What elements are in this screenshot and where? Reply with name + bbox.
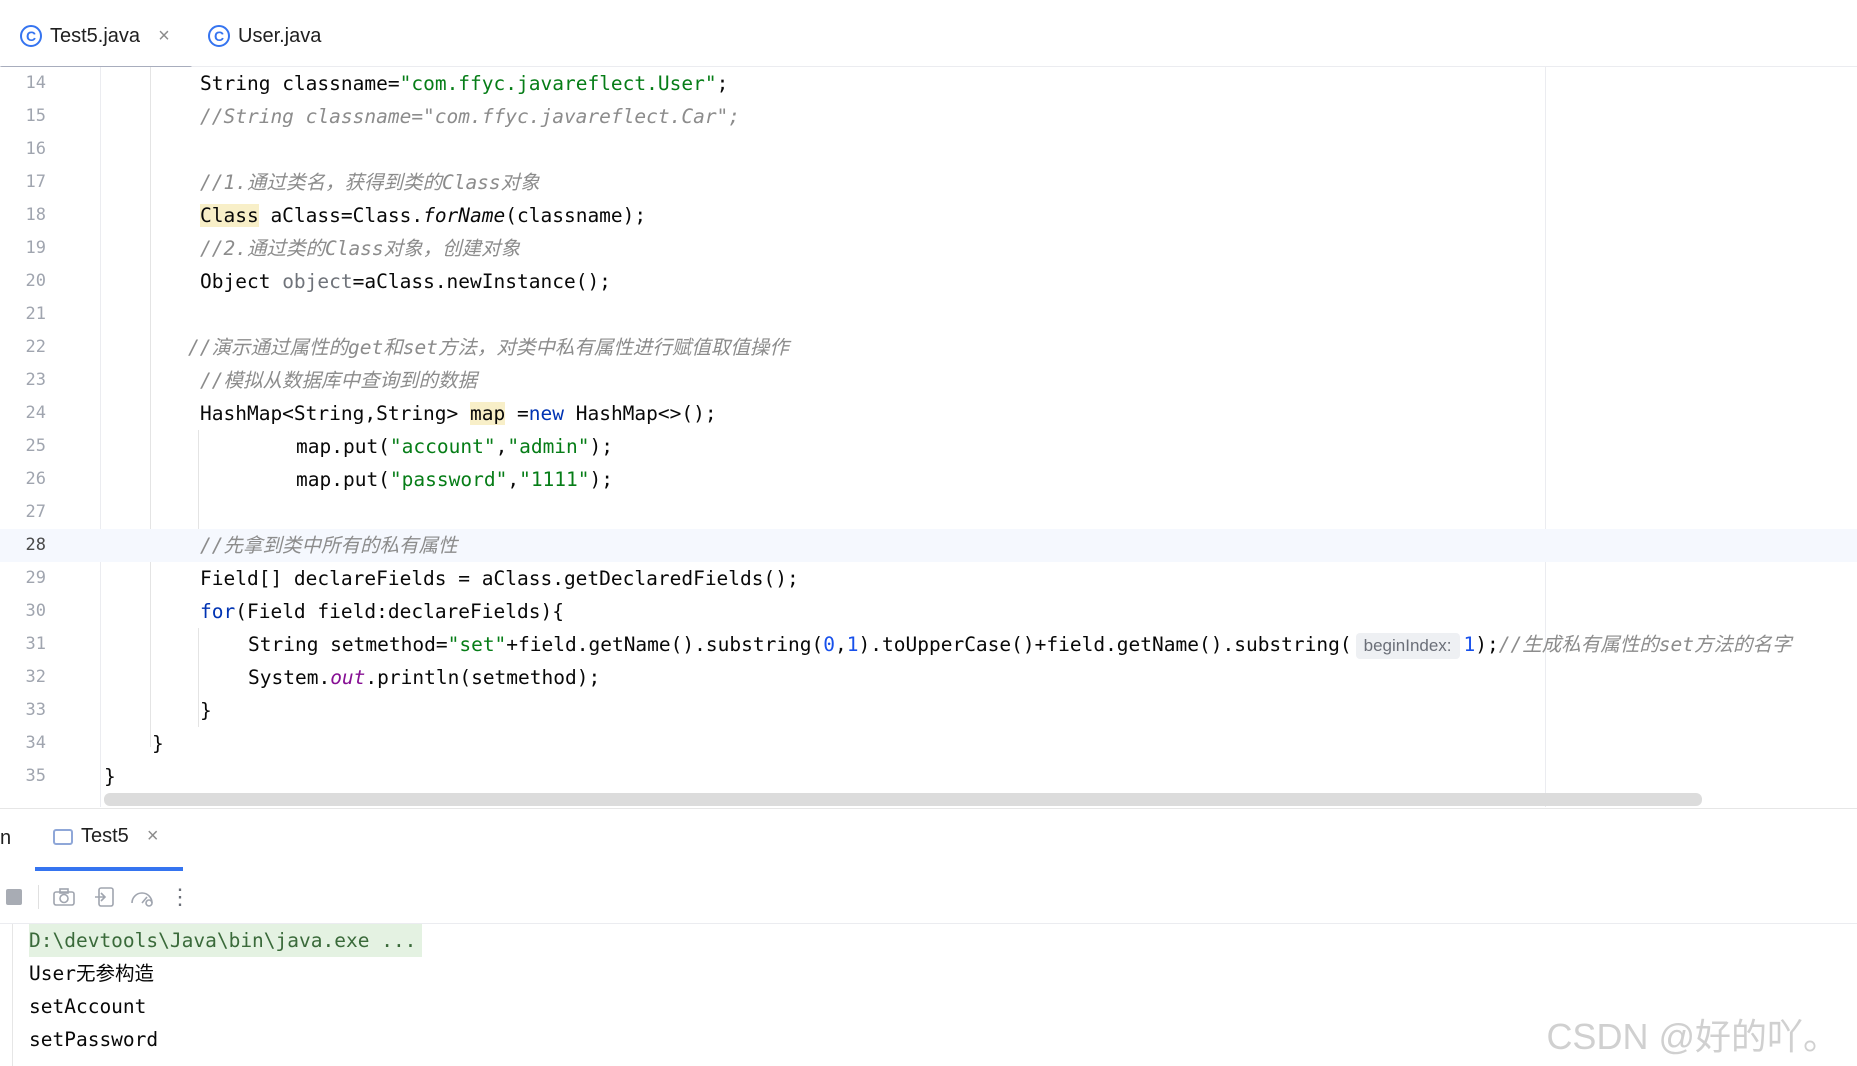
- watermark: CSDN @好的吖。: [1546, 1016, 1839, 1057]
- code-comment: //String classname="com.ffyc.javareflect…: [200, 105, 741, 128]
- parameter-hint: beginIndex:: [1355, 633, 1460, 659]
- tab-user-java[interactable]: C User.java: [208, 12, 321, 60]
- console-line: setPassword: [29, 1028, 159, 1051]
- line-number: 28: [25, 535, 46, 555]
- code-line: 23 //模拟从数据库中查询到的数据: [0, 364, 1857, 397]
- code-text: }: [200, 699, 212, 722]
- stop-icon[interactable]: [0, 883, 28, 911]
- line-number: 26: [25, 469, 46, 489]
- code-line: 30 for(Field field:declareFields){: [0, 595, 1857, 628]
- code-line: 26 map.put("password","1111");: [0, 463, 1857, 496]
- line-number: 14: [25, 73, 46, 93]
- line-number: 25: [25, 436, 46, 456]
- line-number: 24: [25, 403, 46, 423]
- code-text: map.put("account","admin");: [296, 435, 614, 458]
- code-line: 18 Class aClass=Class.forName(classname)…: [0, 199, 1857, 232]
- line-number: 33: [25, 700, 46, 720]
- line-number: 35: [25, 766, 46, 786]
- code-line: 21: [0, 298, 1857, 331]
- code-text: }: [152, 732, 164, 755]
- line-number: 27: [25, 502, 46, 522]
- code-line: 17 //1.通过类名，获得到类的Class对象: [0, 166, 1857, 199]
- code-text: for(Field field:declareFields){: [200, 600, 564, 623]
- tab-test5-java[interactable]: C Test5.java ×: [20, 12, 170, 60]
- code-editor[interactable]: 14 String classname="com.ffyc.javareflec…: [0, 67, 1857, 807]
- code-line: 19 //2.通过类的Class对象，创建对象: [0, 232, 1857, 265]
- code-text: }: [104, 765, 116, 788]
- code-line: 25 map.put("account","admin");: [0, 430, 1857, 463]
- code-text: HashMap<String,String> map =new HashMap<…: [200, 402, 717, 425]
- code-text: String setmethod="set"+field.getName().s…: [248, 628, 1791, 661]
- line-number: 18: [25, 205, 46, 225]
- code-line: 14 String classname="com.ffyc.javareflec…: [0, 67, 1857, 100]
- code-comment: //模拟从数据库中查询到的数据: [200, 369, 477, 392]
- line-number: 32: [25, 667, 46, 687]
- run-tab-label: Test5: [81, 825, 129, 847]
- code-comment: //先拿到类中所有的私有属性: [200, 534, 458, 557]
- line-number: 29: [25, 568, 46, 588]
- run-panel-label: n: [0, 827, 12, 849]
- tab-label: User.java: [238, 24, 322, 47]
- line-number: 16: [25, 139, 46, 159]
- line-number: 22: [25, 337, 46, 357]
- line-number: 21: [25, 304, 46, 324]
- line-number: 17: [25, 172, 46, 192]
- profiler-icon[interactable]: [128, 883, 156, 911]
- run-panel-tabs: n Test5 ×: [0, 808, 1857, 872]
- console-gutter: [12, 924, 13, 1066]
- line-number: 23: [25, 370, 46, 390]
- run-tab-test5[interactable]: Test5 ×: [53, 825, 159, 848]
- code-line-current: 28 //先拿到类中所有的私有属性: [0, 529, 1857, 562]
- close-icon[interactable]: ×: [158, 25, 170, 48]
- code-line: 31 String setmethod="set"+field.getName(…: [0, 628, 1857, 661]
- code-line: 22 //演示通过属性的get和set方法，对类中私有属性进行赋值取值操作: [0, 331, 1857, 364]
- code-line: 27: [0, 496, 1857, 529]
- code-text: Class aClass=Class.forName(classname);: [200, 204, 647, 227]
- more-icon[interactable]: ⋮: [166, 883, 194, 911]
- run-config-icon: [53, 828, 73, 845]
- code-line: 35 }: [0, 760, 1857, 793]
- class-icon: C: [20, 25, 42, 47]
- horizontal-scrollbar[interactable]: [104, 793, 1702, 806]
- line-number: 20: [25, 271, 46, 291]
- code-text: Field[] declareFields = aClass.getDeclar…: [200, 567, 799, 590]
- code-line: 20 Object object=aClass.newInstance();: [0, 265, 1857, 298]
- line-number: 30: [25, 601, 46, 621]
- toolbar-divider: [38, 885, 39, 909]
- code-line: 34 }: [0, 727, 1857, 760]
- close-icon[interactable]: ×: [147, 825, 159, 848]
- code-line: 33 }: [0, 694, 1857, 727]
- code-line: 24 HashMap<String,String> map =new HashM…: [0, 397, 1857, 430]
- code-text: map.put("password","1111");: [296, 468, 614, 491]
- editor-tab-bar: C Test5.java × C User.java: [0, 6, 1857, 71]
- line-number: 19: [25, 238, 46, 258]
- tab-label: Test5.java: [50, 24, 141, 47]
- code-comment: //2.通过类的Class对象，创建对象: [200, 237, 521, 260]
- restore-layout-icon[interactable]: [90, 883, 118, 911]
- line-number: 34: [25, 733, 46, 753]
- console-command-line: D:\devtools\Java\bin\java.exe ...: [29, 924, 423, 957]
- code-text: Object object=aClass.newInstance();: [200, 270, 611, 293]
- camera-icon[interactable]: [50, 883, 78, 911]
- code-line: 29 Field[] declareFields = aClass.getDec…: [0, 562, 1857, 595]
- code-comment: //1.通过类名，获得到类的Class对象: [200, 171, 540, 194]
- code-text: String classname="com.ffyc.javareflect.U…: [200, 72, 729, 95]
- code-line: 15 //String classname="com.ffyc.javarefl…: [0, 100, 1857, 133]
- line-number: 31: [25, 634, 46, 654]
- code-line: 32 System.out.println(setmethod);: [0, 661, 1857, 694]
- line-number: 15: [25, 106, 46, 126]
- class-icon: C: [208, 25, 230, 47]
- console-line: setAccount: [29, 995, 147, 1018]
- code-comment: //演示通过属性的get和set方法，对类中私有属性进行赋值取值操作: [188, 336, 789, 359]
- code-text: System.out.println(setmethod);: [248, 666, 601, 689]
- run-toolbar: ⋮: [0, 871, 1857, 924]
- console-line: User无参构造: [29, 962, 154, 985]
- code-line: 16: [0, 133, 1857, 166]
